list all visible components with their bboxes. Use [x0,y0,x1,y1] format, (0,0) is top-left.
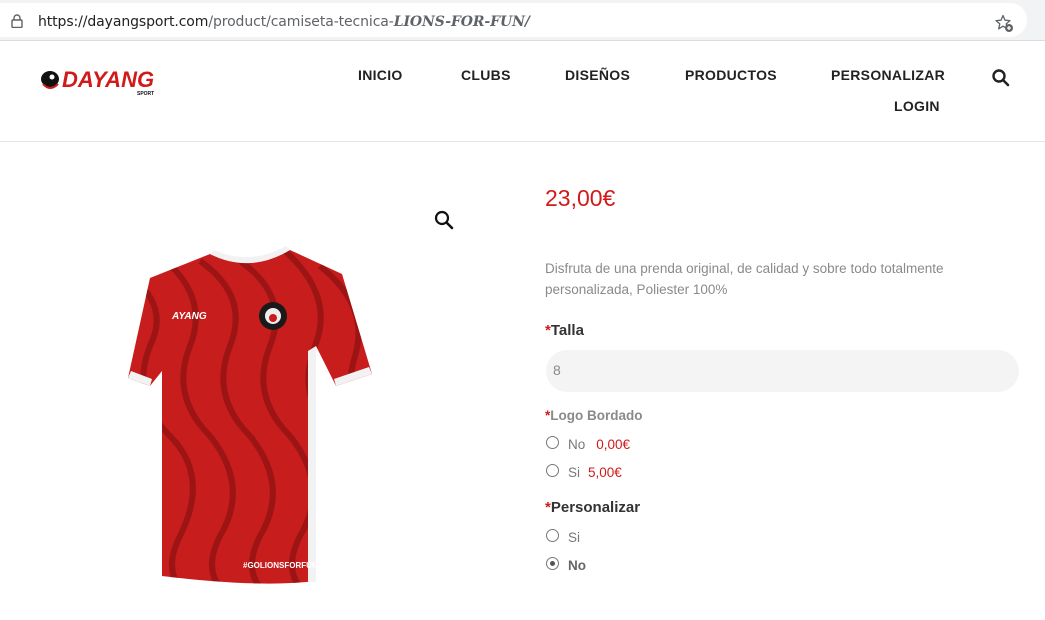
star-add-icon[interactable] [994,13,1014,33]
nav-clubs[interactable]: CLUBS [461,67,511,83]
url-text[interactable]: https://dayangsport.com/product/camiseta… [38,14,530,30]
nav-productos[interactable]: PRODUCTOS [685,67,777,83]
talla-select[interactable]: 8 [546,350,1019,392]
radio-button[interactable] [546,529,559,542]
zoom-icon[interactable] [433,209,455,231]
talla-label-text: Talla [550,322,584,339]
radio-button[interactable] [546,464,559,477]
talla-label: *Talla [545,322,584,339]
product-price: 23,00€ [545,185,616,211]
product-description: Disfruta de una prenda original, de cali… [545,261,944,297]
option-label: Si [568,465,581,480]
nav-disenos[interactable]: DISEÑOS [565,67,630,83]
option-price: 0,00€ [596,437,631,452]
personalizar-label: *Personalizar [545,499,640,516]
address-bar[interactable]: https://dayangsport.com/product/camiseta… [0,3,1027,37]
logo-bordado-label: *Logo Bordado [545,408,643,423]
browser-toolbar: https://dayangsport.com/product/camiseta… [0,0,1045,41]
option-label: No [568,558,586,573]
search-icon[interactable] [991,68,1011,88]
url-host: https://dayangsport.com [38,14,209,30]
product-image-jersey[interactable]: AYANG #GOLIONSFORFUN [110,236,385,591]
radio-button[interactable] [546,436,559,449]
option-price: 5,00€ [588,465,622,480]
shirt-brand: AYANG [171,311,207,322]
personalizar-label-text: Personalizar [550,499,641,516]
url-path-tail: LIONS-FOR-FUN/ [393,14,530,30]
logo-text: DAYANG [62,67,154,92]
nav-login[interactable]: LOGIN [894,98,940,114]
option-label: No [568,437,586,452]
lock-icon[interactable] [10,14,24,28]
shirt-hashtag: #GOLIONSFORFUN [243,561,318,570]
radio-button-checked[interactable] [546,557,559,570]
logo-bordado-label-text: Logo Bordado [550,408,643,423]
url-path: /product/camiseta-tecnica- [208,14,394,30]
talla-selected-value: 8 [553,362,561,378]
site-header: DAYANG SPORT INICIO CLUBS DISEÑOS PRODUC… [0,41,1045,142]
nav-inicio[interactable]: INICIO [358,67,403,83]
dayang-logo[interactable]: DAYANG SPORT [40,66,158,98]
option-label: Si [568,530,581,545]
logo-sub: SPORT [137,91,154,97]
nav-personalizar[interactable]: PERSONALIZAR [831,67,945,83]
